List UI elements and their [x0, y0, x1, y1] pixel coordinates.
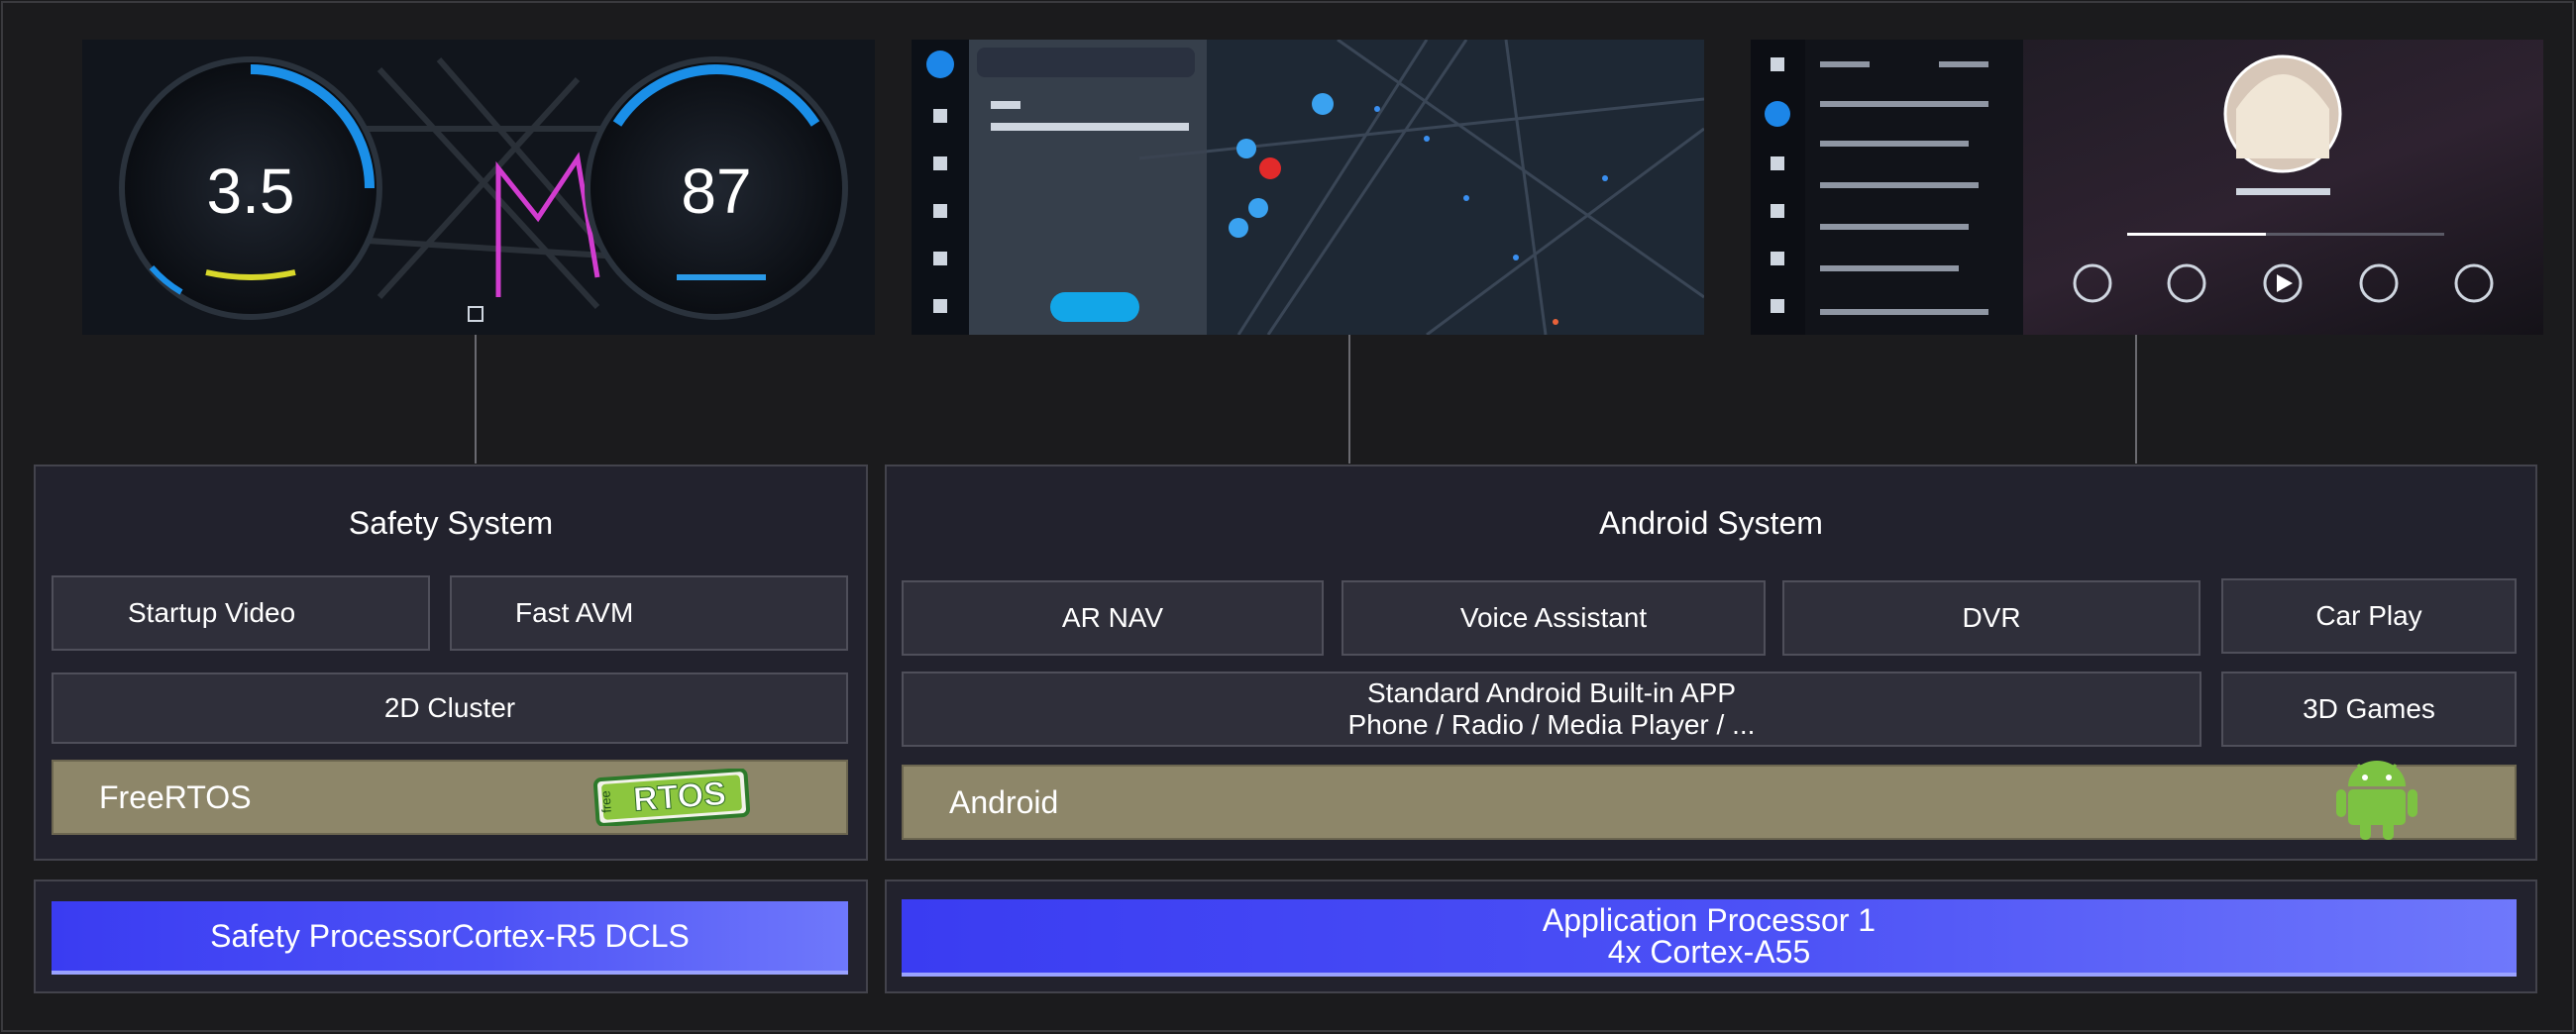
android-bar: Android — [902, 765, 2517, 840]
android-label: Android — [949, 783, 1059, 820]
safety-processor-bar: Safety ProcessorCortex-R5 DCLS — [52, 901, 848, 975]
builtin-apps-box: Standard Android Built-in APP Phone / Ra… — [902, 672, 2201, 747]
safety-system-title: Safety System — [348, 505, 554, 541]
freertos-label: FreeRTOS — [99, 778, 252, 815]
ar-nav-box: AR NAV — [902, 580, 1324, 656]
navigation-screenshot — [912, 40, 1704, 335]
safety-processor-label: Safety ProcessorCortex-R5 DCLS — [210, 918, 690, 954]
svg-text:free: free — [597, 790, 614, 813]
application-processor-line2: 4x Cortex-A55 — [1607, 934, 1811, 970]
application-processor-bar: Application Processor 1 4x Cortex-A55 — [902, 899, 2517, 977]
freertos-logo: free RTOS — [592, 768, 753, 827]
fast-avm-box: Fast AVM — [450, 575, 848, 651]
connector-music — [2135, 335, 2137, 464]
cluster-rpm: 87 — [681, 155, 751, 227]
svg-text:RTOS: RTOS — [632, 775, 727, 818]
car-play-box: Car Play — [2221, 578, 2517, 654]
connector-cluster — [475, 335, 477, 464]
application-processor-line1: Application Processor 1 — [1542, 902, 1877, 938]
connector-navigation — [1348, 335, 1350, 464]
cluster-2d-box: 2D Cluster — [52, 672, 848, 744]
games-3d-box: 3D Games — [2221, 672, 2517, 747]
startup-video-box: Startup Video — [52, 575, 430, 651]
builtin-apps-line2: Phone / Radio / Media Player / ... — [1347, 709, 1756, 740]
music-player-screenshot — [1751, 40, 2543, 335]
builtin-apps-line1: Standard Android Built-in APP — [1366, 676, 1736, 708]
dvr-box: DVR — [1782, 580, 2200, 656]
voice-assistant-box: Voice Assistant — [1342, 580, 1766, 656]
android-robot-icon — [2334, 753, 2419, 842]
cluster-speed: 3.5 — [207, 155, 295, 227]
cluster-screenshot: 3.5 87 — [82, 40, 875, 335]
android-system-title: Android System — [1599, 505, 1823, 541]
